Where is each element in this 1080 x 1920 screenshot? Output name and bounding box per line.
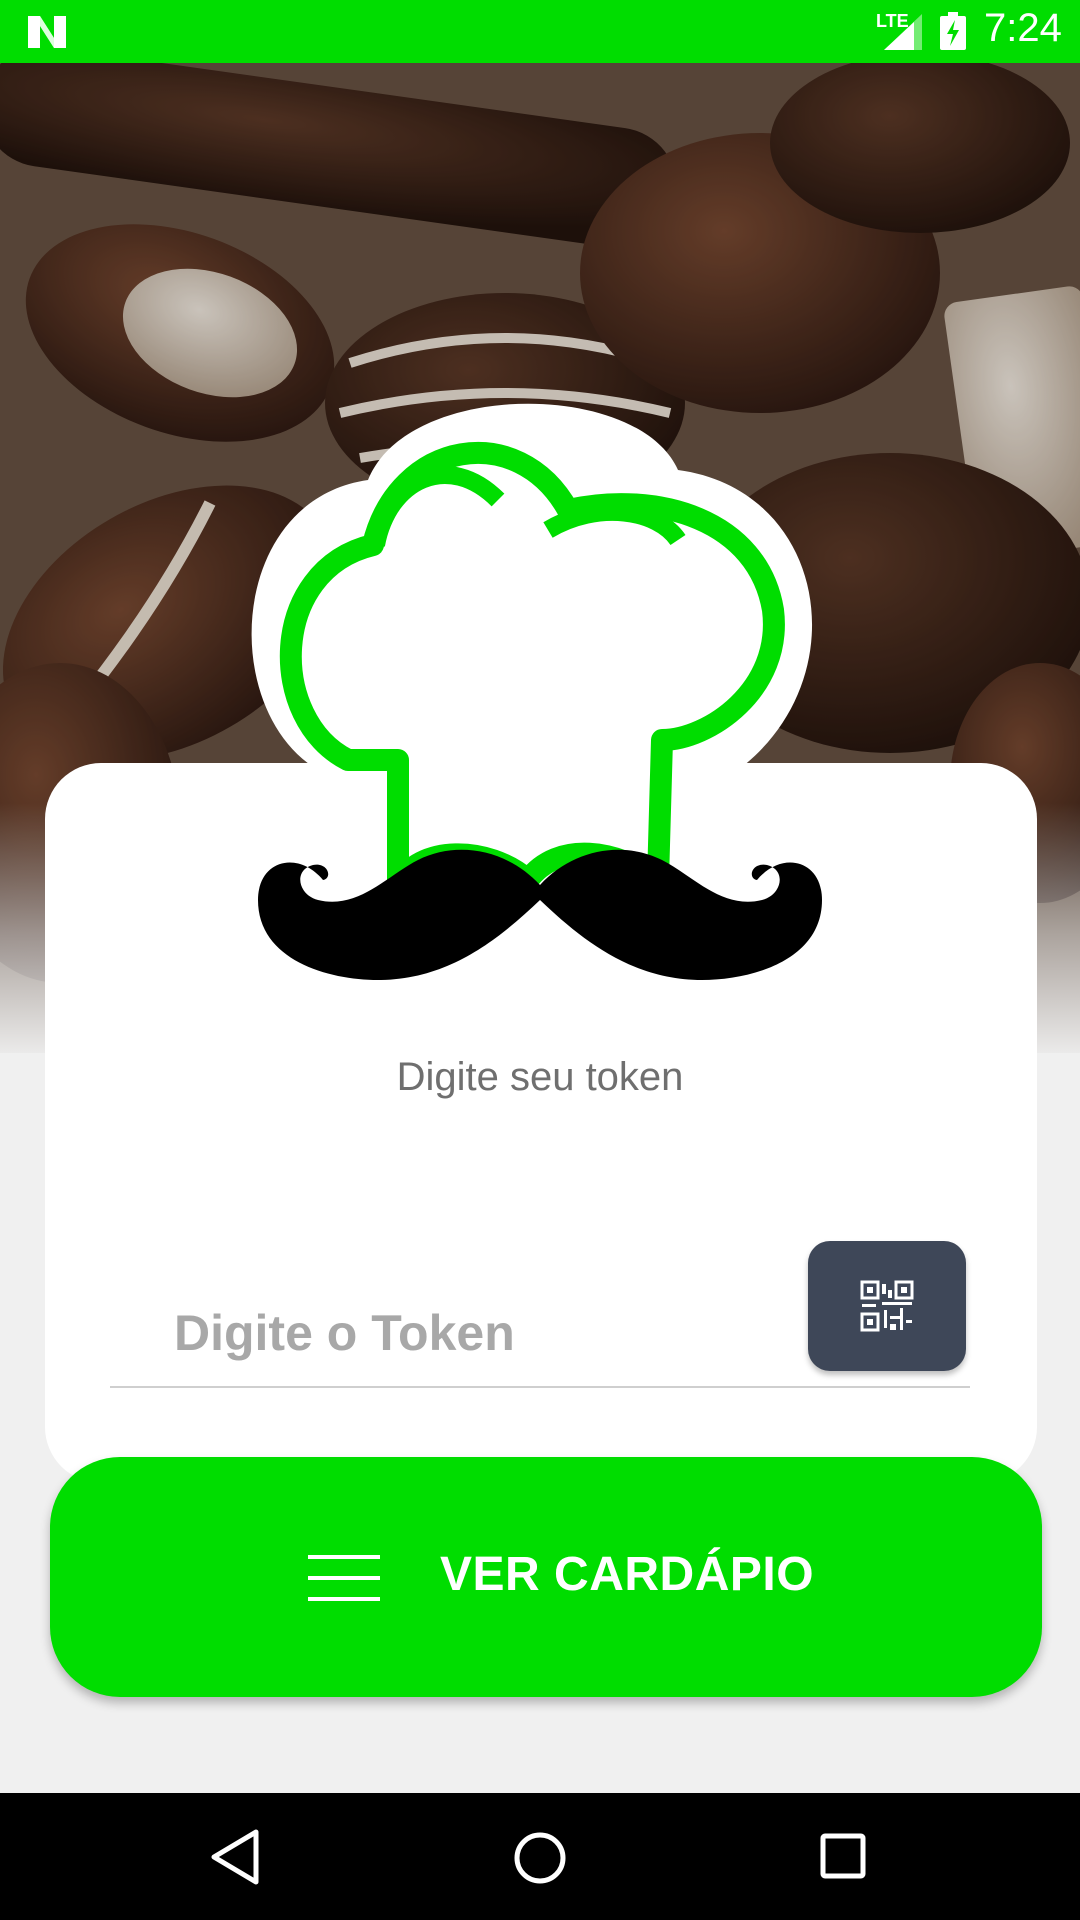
qr-scan-button[interactable]	[808, 1241, 966, 1371]
qr-code-icon	[860, 1280, 914, 1332]
back-icon[interactable]	[210, 1828, 260, 1886]
signal-icon	[884, 14, 922, 50]
notification-n-icon	[28, 16, 66, 48]
recents-icon[interactable]	[820, 1833, 866, 1879]
menu-lines-icon	[308, 1555, 380, 1601]
status-bar: LTE 7:24	[0, 0, 1080, 63]
battery-charging-icon	[940, 12, 966, 50]
chef-hat-mustache-logo	[251, 403, 822, 980]
navigation-bar	[0, 1793, 1080, 1920]
clock: 7:24	[984, 6, 1062, 50]
token-instruction-text: Digite seu token	[396, 1055, 684, 1099]
home-icon[interactable]	[513, 1831, 567, 1885]
view-menu-button[interactable]: VER CARDÁPIO	[50, 1457, 1042, 1697]
view-menu-label: VER CARDÁPIO	[440, 1548, 815, 1601]
